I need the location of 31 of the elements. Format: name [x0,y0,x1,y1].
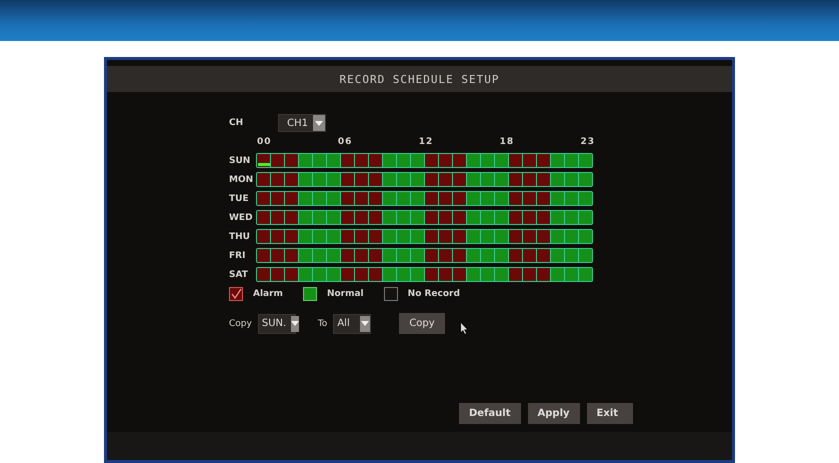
legend-swatch[interactable] [302,287,317,301]
schedule-bar[interactable] [256,153,593,168]
to-label: To [318,318,328,328]
legend-swatch[interactable] [384,287,398,301]
channel-label: CH [229,118,244,128]
copy-label: Copy [229,318,252,328]
hour-label: 23 [580,137,595,149]
day-label: MON [229,174,254,184]
hour-label: 18 [500,137,514,149]
dialog-button[interactable]: Exit [586,403,633,424]
dialog-button[interactable]: Apply [528,403,580,424]
dialog-title: RECORD SCHEDULE SETUP [107,66,732,92]
hour-label: 12 [418,137,434,149]
legend-label: Alarm [253,289,283,299]
hour-label: 06 [338,137,352,149]
copy-from-dropdown[interactable]: SUN. [258,314,296,334]
channel-dropdown[interactable]: CH1 [278,114,326,132]
day-label: FRI [229,250,246,260]
day-label: WED [229,212,254,222]
dialog-button[interactable]: Default [459,403,521,424]
day-label: TUE [229,194,250,204]
hour-label: 00 [257,137,272,149]
mouse-pointer-icon [461,323,468,334]
day-label: SUN [229,156,252,166]
day-label: SAT [229,270,249,280]
legend-swatch[interactable] [229,287,243,301]
legend-label: No Record [408,289,460,299]
copy-button[interactable]: Copy [399,313,446,334]
copy-to-dropdown[interactable]: All [333,314,372,334]
day-label: THU [229,232,251,242]
legend-label: Normal [326,289,364,299]
